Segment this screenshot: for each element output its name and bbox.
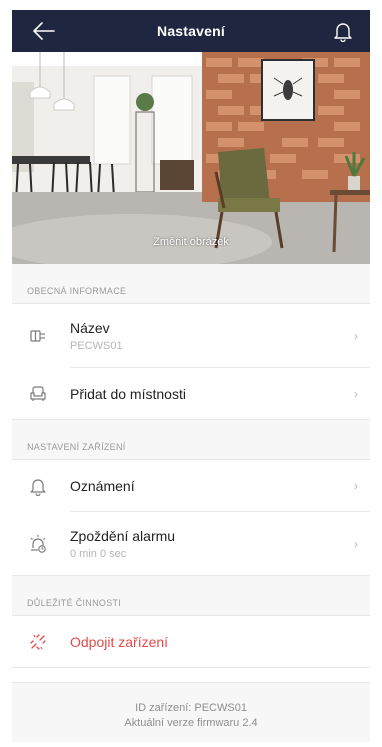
- device-id-text: ID zařízení: PECWS01: [135, 702, 247, 714]
- alarm-delay-value: 0 min 0 sec: [70, 548, 127, 560]
- alarm-timer-icon: [30, 535, 46, 553]
- firmware-version-text: Aktuální verze firmwaru 2.4: [124, 717, 258, 729]
- chevron-right-icon: ›: [354, 387, 358, 401]
- alarm-delay-label: Zpoždění alarmu: [70, 528, 176, 544]
- notifications-label: Oznámení: [70, 478, 135, 494]
- armchair-icon: [30, 386, 46, 401]
- row-unpair-device[interactable]: Odpojit zařízení: [12, 616, 370, 668]
- section-header-general: OBECNÁ INFORMACE: [12, 264, 370, 304]
- back-arrow-icon[interactable]: [32, 20, 56, 42]
- bell-icon[interactable]: [332, 20, 354, 42]
- device-plug-icon: [30, 330, 45, 342]
- chevron-right-icon: ›: [354, 329, 358, 343]
- change-image-caption[interactable]: Změnit obrázek: [12, 236, 370, 248]
- section-header-important-actions: DŮLEŽITÉ ČINNOSTI: [12, 576, 370, 616]
- row-add-to-room[interactable]: Přidat do místnosti ›: [12, 368, 370, 420]
- device-info-footer: ID zařízení: PECWS01 Aktuální verze firm…: [12, 682, 370, 742]
- unpair-device-label: Odpojit zařízení: [70, 634, 169, 650]
- top-navigation-bar: Nastavení: [12, 10, 370, 52]
- section-header-device-settings: NASTAVENÍ ZAŘÍZENÍ: [12, 420, 370, 460]
- add-to-room-label: Přidat do místnosti: [70, 386, 186, 402]
- device-name-label: Název: [70, 320, 110, 336]
- row-device-name[interactable]: Název PECWS01 ›: [12, 304, 370, 368]
- broken-link-icon: [30, 634, 46, 650]
- chevron-right-icon: ›: [354, 479, 358, 493]
- chevron-right-icon: ›: [354, 537, 358, 551]
- row-alarm-delay[interactable]: Zpoždění alarmu 0 min 0 sec ›: [12, 512, 370, 576]
- row-notifications[interactable]: Oznámení ›: [12, 460, 370, 512]
- settings-list: OBECNÁ INFORMACE Název PECWS01 › Přidat …: [12, 264, 370, 668]
- bell-icon: [30, 479, 46, 496]
- device-photo-banner[interactable]: Změnit obrázek: [12, 52, 370, 264]
- device-name-value: PECWS01: [70, 340, 123, 352]
- page-title: Nastavení: [157, 23, 225, 39]
- room-photo: [12, 52, 370, 264]
